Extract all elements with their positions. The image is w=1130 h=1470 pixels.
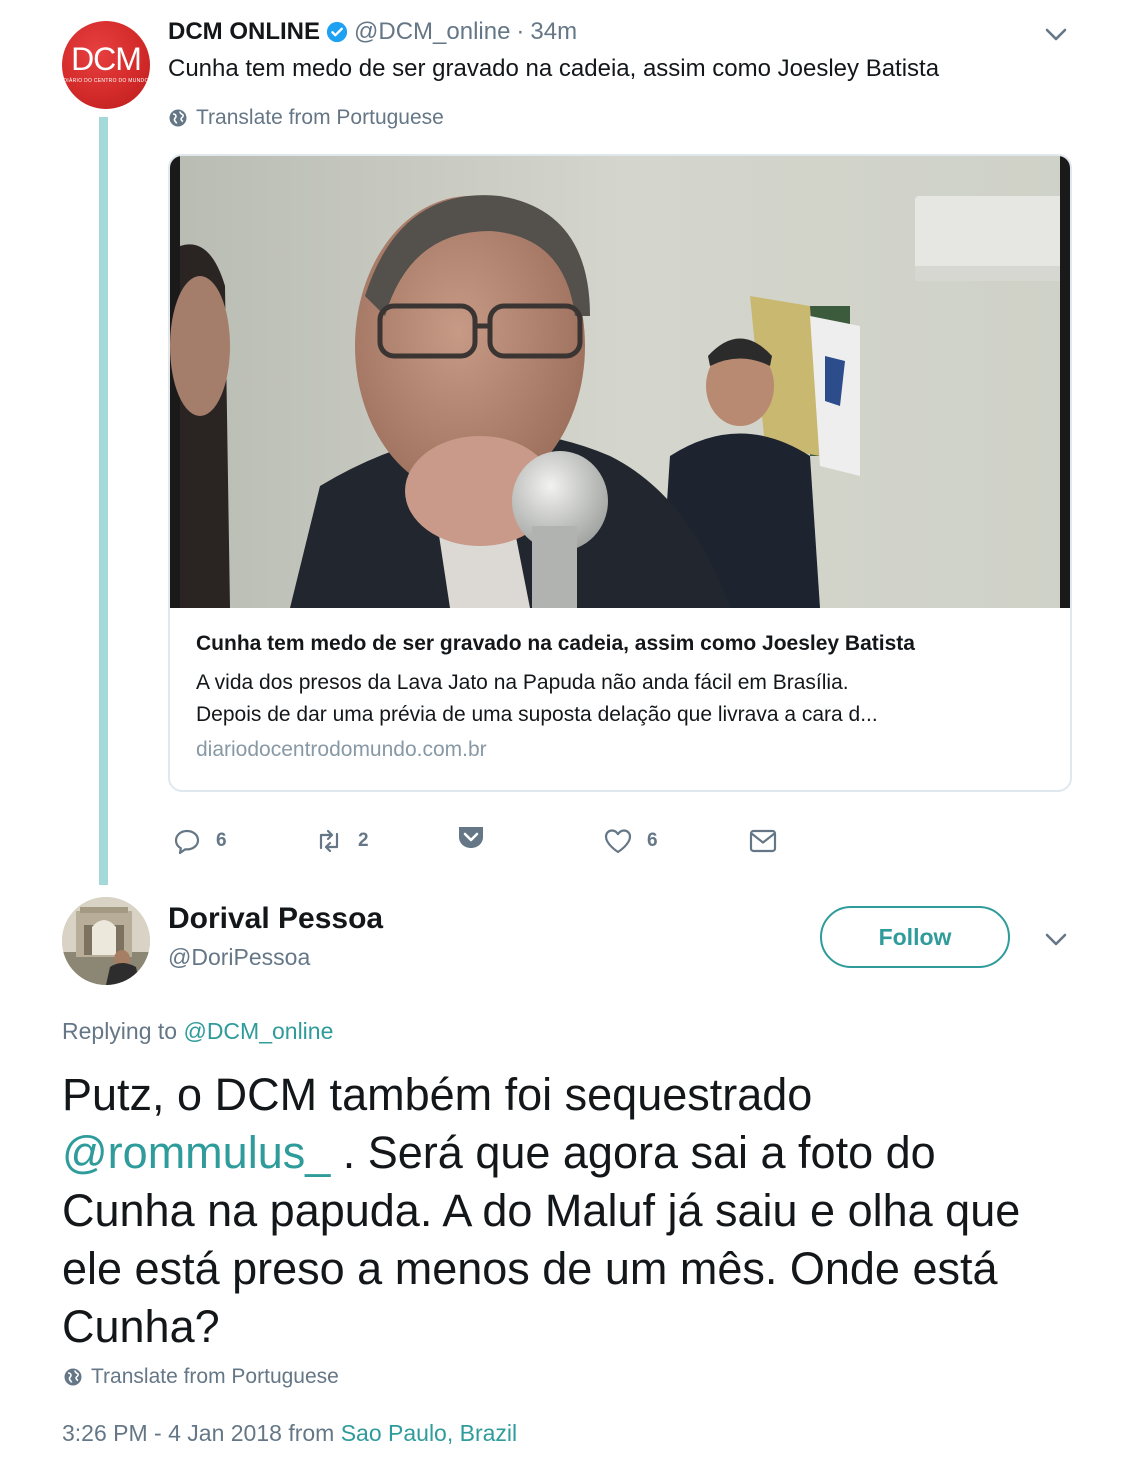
avatar-photo [62, 897, 150, 985]
reply-button[interactable]: 6 [172, 826, 227, 856]
save-icon [459, 827, 483, 848]
card-description-line-1: A vida dos presos da Lava Jato na Papuda… [196, 671, 849, 694]
retweet-button[interactable]: 2 [314, 826, 369, 856]
reply-translate-label: Translate from Portuguese [91, 1365, 339, 1388]
avatar-logo-text: DCM [71, 41, 142, 77]
follow-button[interactable]: Follow [820, 906, 1010, 968]
translate-link[interactable]: Translate from Portuguese [168, 106, 444, 130]
parent-tweet-header: DCM ONLINE @DCM_online · 34m [168, 17, 577, 47]
from-label: from [288, 1420, 335, 1446]
retweet-count: 2 [358, 830, 369, 851]
retweet-icon [319, 829, 339, 853]
verified-badge-icon [326, 21, 348, 43]
chevron-down-icon[interactable] [1042, 929, 1070, 949]
mention-link[interactable]: @rommulus_ [62, 1127, 330, 1178]
card-description-line-2: Depois de dar uma prévia de uma suposta … [196, 703, 878, 726]
parent-tweet-text: Cunha tem medo de ser gravado na cadeia,… [168, 55, 940, 82]
card-description: A vida dos presos da Lava Jato na Papuda… [196, 667, 1044, 731]
card-title: Cunha tem medo de ser gravado na cadeia,… [196, 632, 915, 655]
header-separator: · [516, 18, 525, 45]
reply-count: 6 [216, 830, 227, 851]
reply-author-handle[interactable]: @DoriPessoa [168, 943, 310, 971]
mail-icon [749, 829, 777, 853]
thread-connector-line [99, 117, 108, 885]
globe-icon [169, 109, 187, 127]
save-button[interactable] [456, 823, 486, 853]
replying-to-line: Replying to @DCM_online [62, 1017, 333, 1045]
card-domain: diariodocentrodomundo.com.br [196, 738, 487, 761]
card-body: Cunha tem medo de ser gravado na cadeia,… [170, 630, 1070, 765]
link-preview-card[interactable]: Cunha tem medo de ser gravado na cadeia,… [168, 154, 1072, 792]
reply-tweet-text: Putz, o DCM também foi sequestrado @rommu… [62, 1066, 1072, 1356]
author-handle[interactable]: @DCM_online [354, 18, 510, 46]
direct-message-button[interactable] [748, 826, 778, 856]
translate-label: Translate from Portuguese [196, 106, 444, 129]
dcm-avatar[interactable]: DCM DIÁRIO DO CENTRO DO MUNDO [62, 21, 150, 109]
tweet-location[interactable]: Sao Paulo, Brazil [341, 1420, 517, 1446]
heart-icon [604, 829, 632, 854]
reply-icon [174, 829, 200, 855]
avatar-logo-subtext: DIÁRIO DO CENTRO DO MUNDO [63, 78, 149, 84]
card-image [170, 156, 1070, 608]
dorival-avatar[interactable] [62, 897, 150, 985]
like-count: 6 [647, 830, 658, 851]
replying-to-link[interactable]: @DCM_online [183, 1018, 333, 1044]
tweet-time[interactable]: 34m [530, 18, 577, 46]
tweet-metadata: 3:26 PM - 4 Jan 2018 from Sao Paulo, Bra… [62, 1418, 517, 1448]
like-button[interactable]: 6 [603, 826, 658, 856]
replying-prefix: Replying to [62, 1018, 178, 1044]
chevron-down-icon[interactable] [1042, 24, 1070, 44]
reply-author-name[interactable]: Dorival Pessoa [168, 902, 383, 936]
card-photo-illustration [170, 156, 1070, 608]
author-name[interactable]: DCM ONLINE [168, 18, 320, 46]
tweet-timestamp[interactable]: 3:26 PM - 4 Jan 2018 [62, 1420, 282, 1446]
reply-translate-link[interactable]: Translate from Portuguese [63, 1365, 339, 1389]
globe-icon [64, 1368, 82, 1386]
reply-text-part-1: Putz, o DCM também foi sequestrado [62, 1069, 813, 1120]
